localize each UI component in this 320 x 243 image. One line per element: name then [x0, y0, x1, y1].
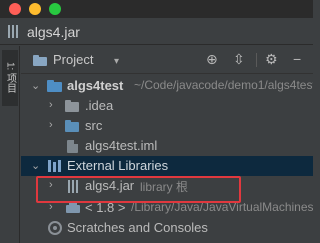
close-window-button[interactable]	[9, 3, 21, 15]
project-tab-label: 1: 项目	[4, 62, 16, 94]
gear-icon[interactable]: ⚙	[265, 51, 278, 67]
zoom-window-button[interactable]	[49, 3, 61, 15]
breadcrumb-item-algs4-jar[interactable]: algs4.jar	[27, 24, 80, 40]
tree-row-external-libraries[interactable]: ⌄ External Libraries	[21, 156, 313, 176]
chevron-down-icon[interactable]: ▾	[114, 56, 119, 67]
chevron-right-icon[interactable]: ›	[49, 99, 53, 111]
library-icon	[48, 160, 62, 172]
minimize-window-button[interactable]	[29, 3, 41, 15]
jdk-icon	[66, 202, 80, 214]
tree-row-idea[interactable]: › .idea	[21, 96, 313, 116]
project-tool-window-tab[interactable]: 1: 项目	[2, 50, 18, 106]
project-root-path: ~/Code/javacode/demo1/algs4test	[134, 78, 313, 92]
project-toolbar: Project ▾ ⊕ ⇳ ⚙ −	[21, 46, 313, 74]
highlight-annotation	[36, 176, 241, 203]
scratch-icon	[48, 221, 62, 235]
collapse-all-icon[interactable]: ⇳	[233, 51, 245, 67]
hide-panel-icon[interactable]: −	[293, 51, 301, 67]
chevron-down-icon[interactable]: ⌄	[31, 159, 40, 172]
file-icon	[67, 140, 78, 153]
target-icon[interactable]: ⊕	[206, 51, 218, 67]
folder-icon	[33, 55, 47, 66]
tree-row-algs4test[interactable]: ⌄ algs4test ~/Code/javacode/demo1/algs4t…	[21, 76, 313, 96]
folder-icon	[65, 100, 79, 112]
tool-window-strip: 1: 项目	[0, 46, 20, 243]
external-libraries-label: External Libraries	[67, 158, 169, 173]
idea-folder-label: .idea	[85, 98, 114, 113]
src-folder-label: src	[85, 118, 103, 133]
jar-icon	[8, 25, 18, 38]
scratches-label: Scratches and Consoles	[67, 220, 208, 235]
chevron-down-icon[interactable]: ⌄	[31, 79, 40, 92]
tree-row-iml[interactable]: algs4test.iml	[21, 136, 313, 156]
window-titlebar	[0, 0, 313, 18]
breadcrumb: algs4.jar	[0, 18, 313, 45]
tree-row-scratches[interactable]: Scratches and Consoles	[21, 218, 313, 238]
project-root-name: algs4test	[67, 78, 124, 93]
folder-icon	[65, 120, 79, 132]
chevron-right-icon[interactable]: ›	[49, 119, 53, 131]
folder-icon	[47, 80, 62, 92]
tree-row-src[interactable]: › src	[21, 116, 313, 136]
iml-file-label: algs4test.iml	[85, 138, 158, 153]
toolbar-divider	[256, 53, 257, 67]
project-view-selector[interactable]: Project	[53, 52, 93, 67]
project-tree: ⌄ algs4test ~/Code/javacode/demo1/algs4t…	[21, 74, 313, 243]
